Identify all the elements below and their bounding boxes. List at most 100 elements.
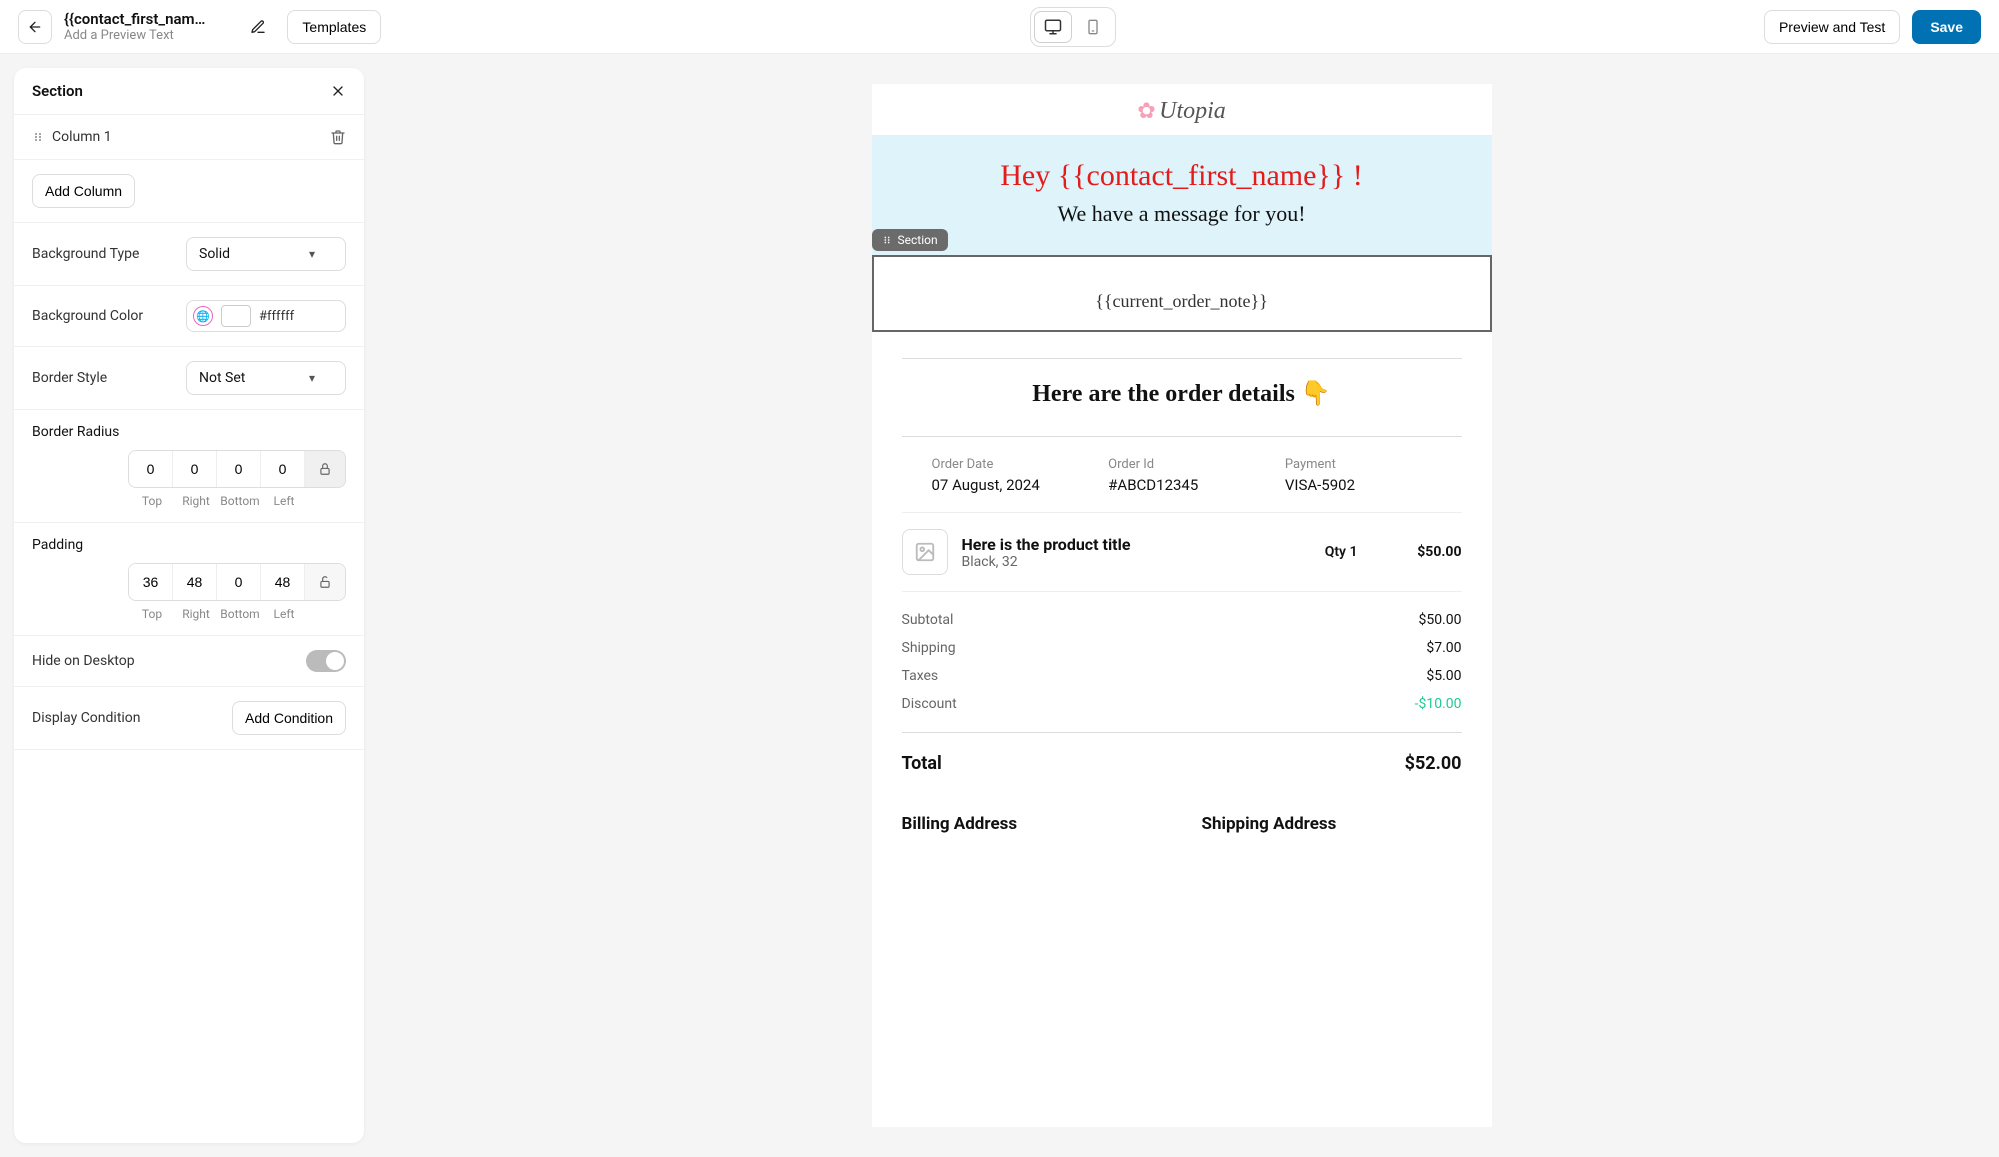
- bg-color-picker[interactable]: 🌐 #ffffff: [186, 300, 346, 332]
- discount-value: -$10.00: [1415, 696, 1462, 712]
- back-button[interactable]: [18, 10, 52, 44]
- taxes-label: Taxes: [902, 668, 939, 684]
- border-radius-bottom[interactable]: [217, 451, 261, 487]
- discount-label: Discount: [902, 696, 957, 712]
- shipping-address-heading: Shipping Address: [1202, 814, 1462, 834]
- bg-color-value: #ffffff: [259, 309, 294, 324]
- add-condition-button[interactable]: Add Condition: [232, 701, 346, 735]
- padding-top[interactable]: [129, 564, 173, 600]
- grand-total[interactable]: Total $52.00: [902, 732, 1462, 794]
- hero-section[interactable]: Hey {{contact_first_name}} ! We have a m…: [872, 135, 1492, 255]
- padding-lock-button[interactable]: [305, 564, 345, 600]
- border-radius-right[interactable]: [173, 451, 217, 487]
- save-button[interactable]: Save: [1912, 10, 1981, 44]
- logo-text: Utopia: [1159, 98, 1226, 124]
- selected-section[interactable]: Section {{current_order_note}}: [872, 255, 1492, 332]
- total-value: $52.00: [1405, 753, 1462, 774]
- border-radius-lock-button[interactable]: [305, 451, 345, 487]
- section-settings-panel: Section Column 1 Add Column Background T…: [14, 68, 364, 1143]
- order-id-label: Order Id: [1108, 457, 1255, 472]
- preview-text-placeholder[interactable]: Add a Preview Text: [64, 28, 205, 43]
- device-preview-toggle: [1030, 7, 1116, 47]
- display-condition-label: Display Condition: [32, 710, 141, 726]
- side-label-top: Top: [130, 494, 174, 508]
- order-totals[interactable]: Subtotal $50.00 Shipping $7.00 Taxes $5.…: [902, 591, 1462, 732]
- padding-label: Padding: [32, 537, 346, 553]
- product-image-placeholder: [902, 529, 948, 575]
- image-icon: [914, 541, 936, 563]
- monitor-icon: [1044, 18, 1062, 36]
- side-label-right: Right: [174, 494, 218, 508]
- canvas-area[interactable]: ✿ Utopia Hey {{contact_first_name}} ! We…: [364, 54, 1999, 1157]
- trash-icon: [330, 129, 346, 145]
- templates-button[interactable]: Templates: [287, 10, 381, 44]
- greeting-text: Hey {{contact_first_name}} !: [884, 159, 1480, 193]
- total-label: Total: [902, 753, 942, 774]
- selection-tag[interactable]: Section: [872, 229, 948, 251]
- order-meta[interactable]: Order Date 07 August, 2024 Order Id #ABC…: [902, 436, 1462, 512]
- add-column-button[interactable]: Add Column: [32, 174, 135, 208]
- products-list[interactable]: Here is the product title Black, 32 Qty …: [902, 512, 1462, 591]
- product-price: $50.00: [1372, 544, 1462, 560]
- bg-type-select[interactable]: Solid ▾: [186, 237, 346, 271]
- side-label-top: Top: [130, 607, 174, 621]
- mobile-preview-button[interactable]: [1075, 12, 1111, 42]
- hide-desktop-toggle[interactable]: [306, 650, 346, 672]
- order-date-value: 07 August, 2024: [932, 476, 1079, 494]
- pencil-icon: [250, 19, 266, 35]
- selection-tag-label: Section: [898, 233, 938, 247]
- email-canvas[interactable]: ✿ Utopia Hey {{contact_first_name}} ! We…: [872, 84, 1492, 1127]
- column-row-1[interactable]: Column 1: [14, 115, 364, 160]
- border-radius-top[interactable]: [129, 451, 173, 487]
- order-id-value: #ABCD12345: [1108, 476, 1255, 494]
- close-icon: [330, 83, 346, 99]
- edit-title-button[interactable]: [241, 10, 275, 44]
- order-date-label: Order Date: [932, 457, 1079, 472]
- subtotal-value: $50.00: [1418, 612, 1461, 628]
- border-radius-left[interactable]: [261, 451, 305, 487]
- taxes-value: $5.00: [1426, 668, 1461, 684]
- details-heading: Here are the order details 👇: [902, 379, 1462, 408]
- product-title: Here is the product title: [962, 535, 1264, 554]
- delete-column-button[interactable]: [330, 129, 346, 145]
- globe-icon: 🌐: [193, 306, 213, 326]
- border-style-select[interactable]: Not Set ▾: [186, 361, 346, 395]
- sub-greeting-text: We have a message for you!: [884, 201, 1480, 227]
- billing-address-heading: Billing Address: [902, 814, 1162, 834]
- address-columns[interactable]: Billing Address Shipping Address: [902, 794, 1462, 834]
- preview-and-test-button[interactable]: Preview and Test: [1764, 10, 1900, 44]
- unlock-icon: [318, 575, 332, 589]
- divider: [902, 358, 1462, 359]
- side-label-left: Left: [262, 494, 306, 508]
- hide-desktop-label: Hide on Desktop: [32, 653, 135, 669]
- border-style-value: Not Set: [199, 370, 245, 386]
- page-title: {{contact_first_nam…: [64, 10, 205, 28]
- order-note-text: {{current_order_note}}: [914, 291, 1450, 312]
- bg-color-label: Background Color: [32, 308, 143, 324]
- subtotal-label: Subtotal: [902, 612, 954, 628]
- padding-bottom[interactable]: [217, 564, 261, 600]
- color-swatch[interactable]: [221, 305, 251, 327]
- drag-handle-icon[interactable]: [882, 235, 892, 245]
- top-toolbar: {{contact_first_nam… Add a Preview Text …: [0, 0, 1999, 54]
- product-row[interactable]: Here is the product title Black, 32 Qty …: [902, 513, 1462, 591]
- arrow-left-icon: [27, 19, 43, 35]
- chevron-down-icon: ▾: [309, 371, 315, 385]
- close-panel-button[interactable]: [330, 83, 346, 99]
- logo-section[interactable]: ✿ Utopia: [872, 84, 1492, 135]
- bg-type-label: Background Type: [32, 246, 139, 262]
- shipping-label: Shipping: [902, 640, 956, 656]
- column-label: Column 1: [52, 129, 112, 145]
- border-style-label: Border Style: [32, 370, 107, 386]
- payment-label: Payment: [1285, 457, 1432, 472]
- side-label-right: Right: [174, 607, 218, 621]
- details-heading-section[interactable]: Here are the order details 👇: [872, 332, 1492, 416]
- side-label-bottom: Bottom: [218, 607, 262, 621]
- padding-left[interactable]: [261, 564, 305, 600]
- panel-title: Section: [32, 82, 83, 100]
- padding-right[interactable]: [173, 564, 217, 600]
- border-radius-label: Border Radius: [32, 424, 346, 440]
- drag-handle-icon[interactable]: [32, 131, 44, 143]
- chevron-down-icon: ▾: [309, 247, 315, 261]
- desktop-preview-button[interactable]: [1035, 12, 1071, 42]
